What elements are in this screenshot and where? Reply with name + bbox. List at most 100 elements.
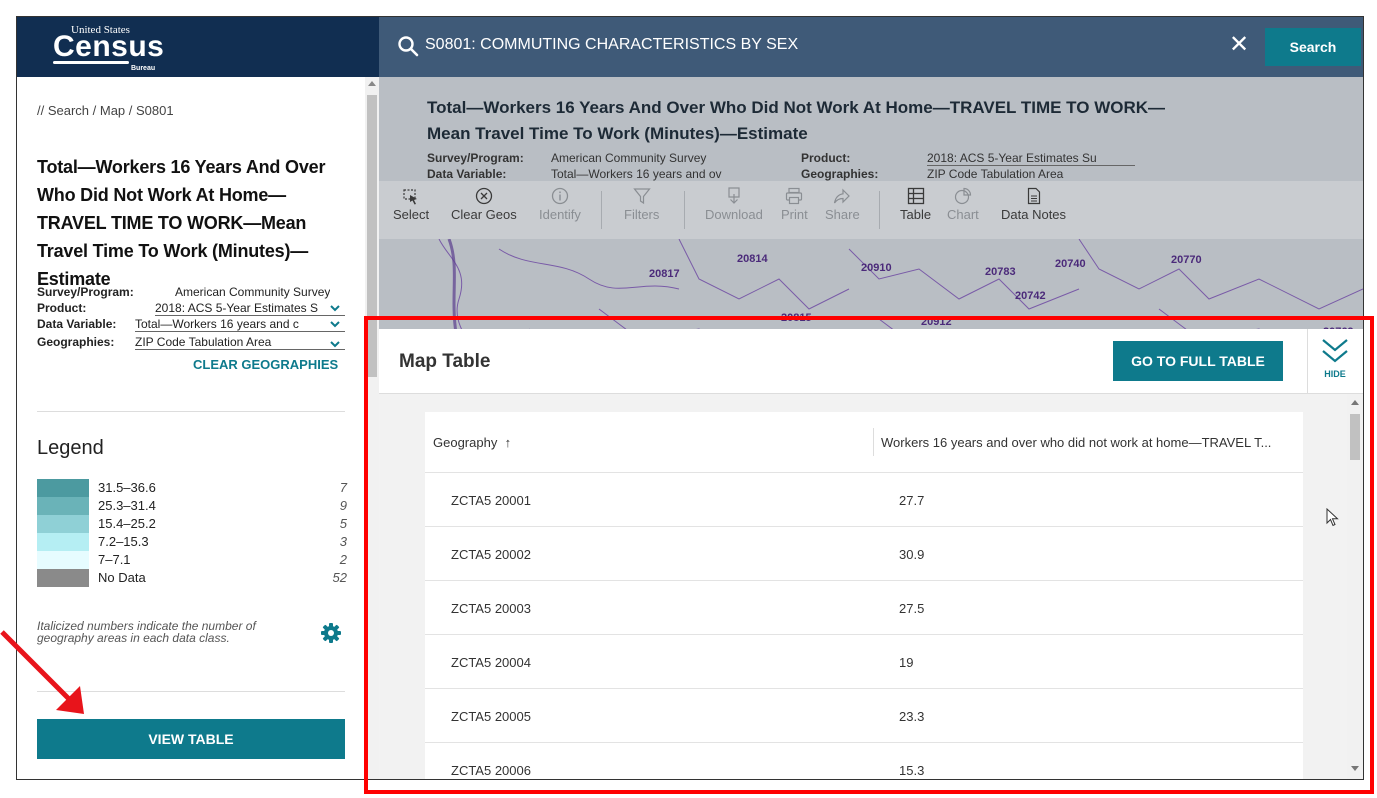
zip-label: 20770: [1171, 254, 1202, 266]
map-table-panel: Map Table GO TO FULL TABLE HIDE Geograph…: [379, 329, 1363, 779]
product-dropdown[interactable]: 2018: ACS 5-Year Estimates S: [155, 301, 345, 316]
table-row[interactable]: ZCTA5 20004 19: [425, 635, 1303, 689]
mouse-cursor-icon: [1326, 508, 1339, 527]
legend-range: 7–7.1: [98, 552, 131, 567]
map-geographies-dropdown[interactable]: ZIP Code Tabulation Area: [927, 167, 1063, 181]
identify-label: Identify: [539, 207, 581, 222]
document-icon: [1027, 187, 1040, 205]
clear-geographies-link[interactable]: CLEAR GEOGRAPHIES: [193, 357, 338, 372]
geographies-dropdown[interactable]: ZIP Code Tabulation Area: [135, 335, 345, 350]
table-row[interactable]: ZCTA5 20005 23.3: [425, 689, 1303, 743]
go-to-full-table-button[interactable]: GO TO FULL TABLE: [1113, 341, 1283, 381]
column-resize-handle[interactable]: [873, 428, 874, 456]
chart-tool[interactable]: Chart: [947, 187, 979, 222]
map-product-label: Product:: [801, 151, 851, 165]
variable-dropdown[interactable]: Total—Workers 16 years and c: [135, 317, 345, 332]
survey-label: Survey/Program:: [37, 285, 134, 299]
print-label: Print: [781, 207, 808, 222]
search-input[interactable]: S0801: COMMUTING CHARACTERISTICS BY SEX: [425, 36, 798, 54]
chevron-down-icon[interactable]: [330, 303, 340, 313]
legend-count: 3: [339, 534, 347, 549]
geography-column-header[interactable]: Geography ↑: [433, 435, 511, 450]
print-icon: [786, 187, 803, 205]
geography-cell: ZCTA5 20006: [451, 763, 531, 778]
download-label: Download: [705, 207, 763, 222]
value-cell: 15.3: [899, 763, 925, 778]
scrollbar-thumb[interactable]: [367, 95, 377, 377]
legend-range: 7.2–15.3: [98, 534, 149, 549]
table-row[interactable]: ZCTA5 20003 27.5: [425, 581, 1303, 635]
page-title: Total—Workers 16 Years And Over Who Did …: [37, 157, 326, 289]
select-tool[interactable]: Select: [393, 187, 429, 222]
grid-header-row: Geography ↑ Workers 16 years and over wh…: [425, 412, 1303, 473]
map-toolbar: Select Clear Geos Identify Filters Downl…: [379, 181, 1363, 239]
left-panel-scrollbar[interactable]: [365, 77, 379, 779]
legend-swatch: [37, 533, 89, 551]
survey-value: American Community Survey: [175, 285, 331, 299]
map-table-body: Geography ↑ Workers 16 years and over wh…: [379, 394, 1347, 779]
logo-bar: United States Census Bureau: [17, 17, 379, 77]
print-tool[interactable]: Print: [781, 187, 808, 222]
scroll-up-icon[interactable]: [368, 81, 376, 86]
data-notes-label: Data Notes: [1001, 207, 1067, 222]
value-cell: 30.9: [899, 547, 925, 562]
legend-row: 25.3–31.4 9: [37, 497, 347, 515]
zip-label: 20783: [985, 266, 1016, 278]
map-title: Total—Workers 16 Years And Over Who Did …: [427, 98, 1166, 143]
legend-swatch: [37, 515, 89, 533]
share-tool[interactable]: Share: [825, 187, 860, 222]
toolbar-divider: [601, 191, 602, 229]
search-button[interactable]: Search: [1265, 28, 1361, 66]
pie-chart-icon: [954, 187, 971, 205]
geography-cell: ZCTA5 20001: [451, 493, 531, 508]
geography-cell: ZCTA5 20003: [451, 601, 531, 616]
breadcrumb[interactable]: // Search / Map / S0801: [37, 103, 174, 118]
table-tool[interactable]: Table: [900, 187, 931, 222]
scroll-down-icon[interactable]: [1351, 766, 1359, 771]
map-variable-dropdown[interactable]: Total—Workers 16 years and ov: [551, 167, 756, 181]
zip-label: 20910: [861, 262, 892, 274]
table-scrollbar[interactable]: [1347, 394, 1363, 779]
table-row[interactable]: ZCTA5 20001 27.7: [425, 473, 1303, 527]
table-label: Table: [900, 207, 932, 222]
legend-count: 7: [339, 480, 347, 495]
zip-label: 20740: [1055, 258, 1086, 270]
map-geographies-label: Geographies:: [801, 167, 879, 181]
identify-tool[interactable]: Identify: [539, 187, 581, 222]
scrollbar-thumb[interactable]: [1350, 414, 1360, 460]
clear-search-icon[interactable]: ✕: [1229, 33, 1249, 57]
filters-label: Filters: [624, 207, 660, 222]
search-bar: S0801: COMMUTING CHARACTERISTICS BY SEX …: [379, 17, 1363, 77]
chevron-down-icon[interactable]: [330, 339, 340, 349]
divider: [37, 411, 345, 412]
scroll-up-icon[interactable]: [1351, 400, 1359, 405]
table-row[interactable]: ZCTA5 20006 15.3: [425, 743, 1303, 779]
value-cell: 27.5: [899, 601, 925, 616]
chevron-down-icon[interactable]: [330, 319, 340, 329]
map-variable-label: Data Variable:: [427, 167, 507, 181]
legend-range: 31.5–36.6: [98, 480, 156, 495]
legend-note: Italicized numbers indicate the number o…: [37, 619, 256, 645]
variable-label: Data Variable:: [37, 317, 117, 331]
toolbar-divider: [879, 191, 880, 229]
legend-row: 7.2–15.3 3: [37, 533, 347, 551]
zip-label: 20912: [921, 316, 952, 328]
filters-tool[interactable]: Filters: [624, 187, 659, 222]
zip-label: 20815: [781, 312, 812, 324]
download-tool[interactable]: Download: [705, 187, 763, 222]
data-notes-tool[interactable]: Data Notes: [1001, 187, 1066, 222]
map-product-dropdown[interactable]: 2018: ACS 5-Year Estimates Su: [927, 151, 1135, 166]
clear-geos-tool[interactable]: Clear Geos: [451, 187, 517, 222]
view-table-button[interactable]: VIEW TABLE: [37, 719, 345, 759]
estimate-column-header[interactable]: Workers 16 years and over who did not wo…: [881, 435, 1271, 450]
gear-icon[interactable]: [321, 623, 341, 643]
share-icon: [834, 188, 851, 204]
table-row[interactable]: ZCTA5 20002 30.9: [425, 527, 1303, 581]
legend-count: 9: [339, 498, 347, 513]
clear-geos-label: Clear Geos: [451, 207, 517, 222]
double-chevron-down-icon: [1322, 339, 1348, 363]
legend-title: Legend: [37, 437, 104, 459]
download-icon: [728, 187, 740, 204]
filter-icon: [632, 188, 651, 205]
hide-button[interactable]: HIDE: [1315, 337, 1355, 387]
